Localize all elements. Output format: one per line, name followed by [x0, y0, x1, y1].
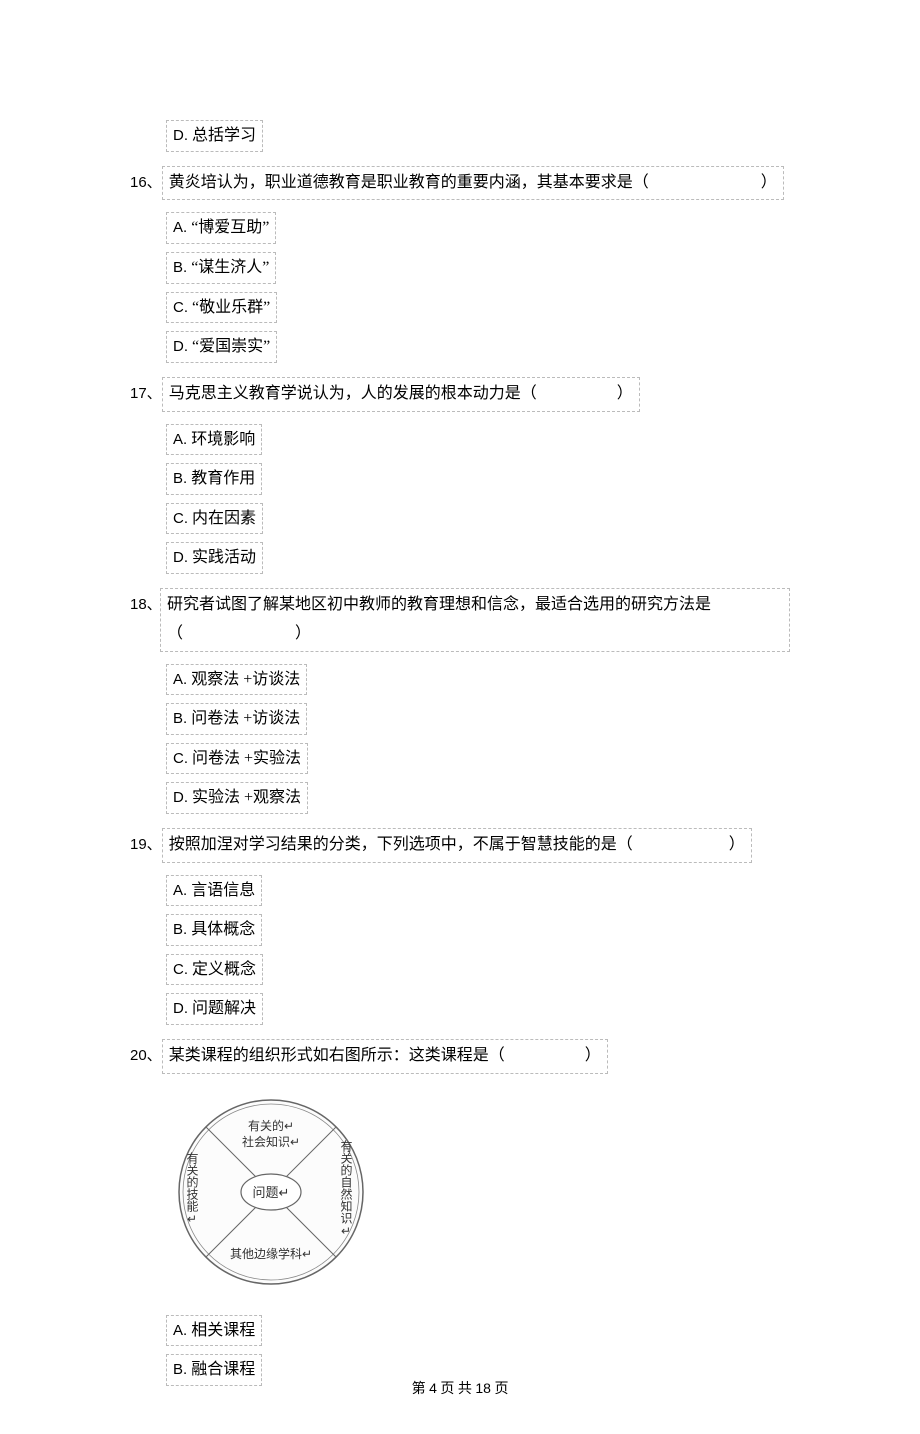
q20: 20、 某类课程的组织形式如右图所示：这类课程是（ ） [130, 1039, 790, 1074]
footer-total: 18 [475, 1380, 491, 1396]
q16-option-d: D.“爱国崇实” [166, 331, 790, 363]
footer-page: 4 [429, 1380, 437, 1396]
q18-a-text: 观察法 +访谈法 [191, 671, 300, 688]
q18-option-a: A.观察法 +访谈法 [166, 664, 790, 696]
diagram-right: 有关的自然知识↵ [338, 1140, 355, 1238]
q19: 19、 按照加涅对学习结果的分类，下列选项中，不属于智慧技能的是（ ） [130, 828, 790, 863]
q18-option-d: D.实验法 +观察法 [166, 782, 790, 814]
q17-num: 17、 [130, 380, 162, 407]
q18: 18、 研究者试图了解某地区初中教师的教育理想和信念，最适合选用的研究方法是（ … [130, 588, 790, 652]
q16-option-a: A.“博爱互助” [166, 212, 790, 244]
q18-c-text: 问卷法 +实验法 [192, 750, 301, 767]
q19-b-text: 具体概念 [191, 921, 255, 938]
q16-option-c: C.“敬业乐群” [166, 292, 790, 324]
q20-a-text: 相关课程 [191, 1322, 255, 1339]
footer-prefix: 第 [412, 1382, 430, 1397]
diagram-bottom: 其他边缘学科↵ [230, 1246, 312, 1261]
q18-b-text: 问卷法 +访谈法 [191, 710, 300, 727]
diagram-center: 问题↵ [253, 1185, 290, 1200]
q17: 17、 马克思主义教育学说认为，人的发展的根本动力是（ ） [130, 377, 790, 412]
q17-option-b: B.教育作用 [166, 463, 790, 495]
q19-option-d: D.问题解决 [166, 993, 790, 1025]
q17-option-c: C.内在因素 [166, 503, 790, 535]
q19-num: 19、 [130, 831, 162, 858]
q18-option-b: B.问卷法 +访谈法 [166, 703, 790, 735]
q18-d-text: 实验法 +观察法 [192, 789, 301, 806]
q16-b-text: “谋生济人” [191, 259, 269, 276]
q20-diagram: 问题↵ 有关的↵ 社会知识↵ 其他边缘学科↵ 有关的技能↵ 有关的自然知识↵ [166, 1092, 790, 1297]
option-text: D.总括学习 [166, 120, 263, 152]
q18-num: 18、 [130, 591, 160, 618]
q17-c-text: 内在因素 [192, 510, 256, 527]
concentric-diagram-icon: 问题↵ 有关的↵ 社会知识↵ 其他边缘学科↵ 有关的技能↵ 有关的自然知识↵ [166, 1092, 376, 1292]
q19-option-a: A.言语信息 [166, 875, 790, 907]
footer-suffix: 页 [491, 1382, 509, 1397]
diagram-left: 有关的技能↵ [184, 1152, 201, 1226]
q16-c-text: “敬业乐群” [192, 299, 270, 316]
q20-b-text: 融合课程 [191, 1361, 255, 1378]
q19-a-text: 言语信息 [191, 882, 255, 899]
q20-num: 20、 [130, 1042, 162, 1069]
q15-d-text: 总括学习 [192, 127, 256, 144]
q18-option-c: C.问卷法 +实验法 [166, 743, 790, 775]
q18-text: 研究者试图了解某地区初中教师的教育理想和信念，最适合选用的研究方法是（ ） [160, 588, 790, 652]
q17-option-a: A.环境影响 [166, 424, 790, 456]
q16: 16、 黄炎培认为，职业道德教育是职业教育的重要内涵，其基本要求是（ ） [130, 166, 790, 201]
q16-a-text: “博爱互助” [191, 219, 269, 236]
q20-text: 某类课程的组织形式如右图所示：这类课程是（ ） [162, 1039, 608, 1074]
q17-text: 马克思主义教育学说认为，人的发展的根本动力是（ ） [162, 377, 640, 412]
q19-c-text: 定义概念 [192, 961, 256, 978]
q16-text: 黄炎培认为，职业道德教育是职业教育的重要内涵，其基本要求是（ ） [162, 166, 784, 201]
q17-a-text: 环境影响 [191, 431, 255, 448]
diagram-top-1: 有关的↵ [248, 1118, 294, 1133]
q19-option-c: C.定义概念 [166, 954, 790, 986]
q19-option-b: B.具体概念 [166, 914, 790, 946]
q19-text: 按照加涅对学习结果的分类，下列选项中，不属于智慧技能的是（ ） [162, 828, 752, 863]
q20-option-a: A.相关课程 [166, 1315, 790, 1347]
q17-option-d: D.实践活动 [166, 542, 790, 574]
q17-d-text: 实践活动 [192, 549, 256, 566]
page: D.总括学习 16、 黄炎培认为，职业道德教育是职业教育的重要内涵，其基本要求是… [0, 0, 920, 1434]
footer-mid: 页 共 [437, 1382, 476, 1397]
q15-option-d: D.总括学习 [166, 120, 790, 152]
q16-option-b: B.“谋生济人” [166, 252, 790, 284]
q17-b-text: 教育作用 [191, 470, 255, 487]
q16-num: 16、 [130, 169, 162, 196]
diagram-top-2: 社会知识↵ [242, 1134, 300, 1149]
page-footer: 第 4 页 共 18 页 [0, 1378, 920, 1398]
q16-d-text: “爱国崇实” [192, 338, 270, 355]
q19-d-text: 问题解决 [192, 1000, 256, 1017]
